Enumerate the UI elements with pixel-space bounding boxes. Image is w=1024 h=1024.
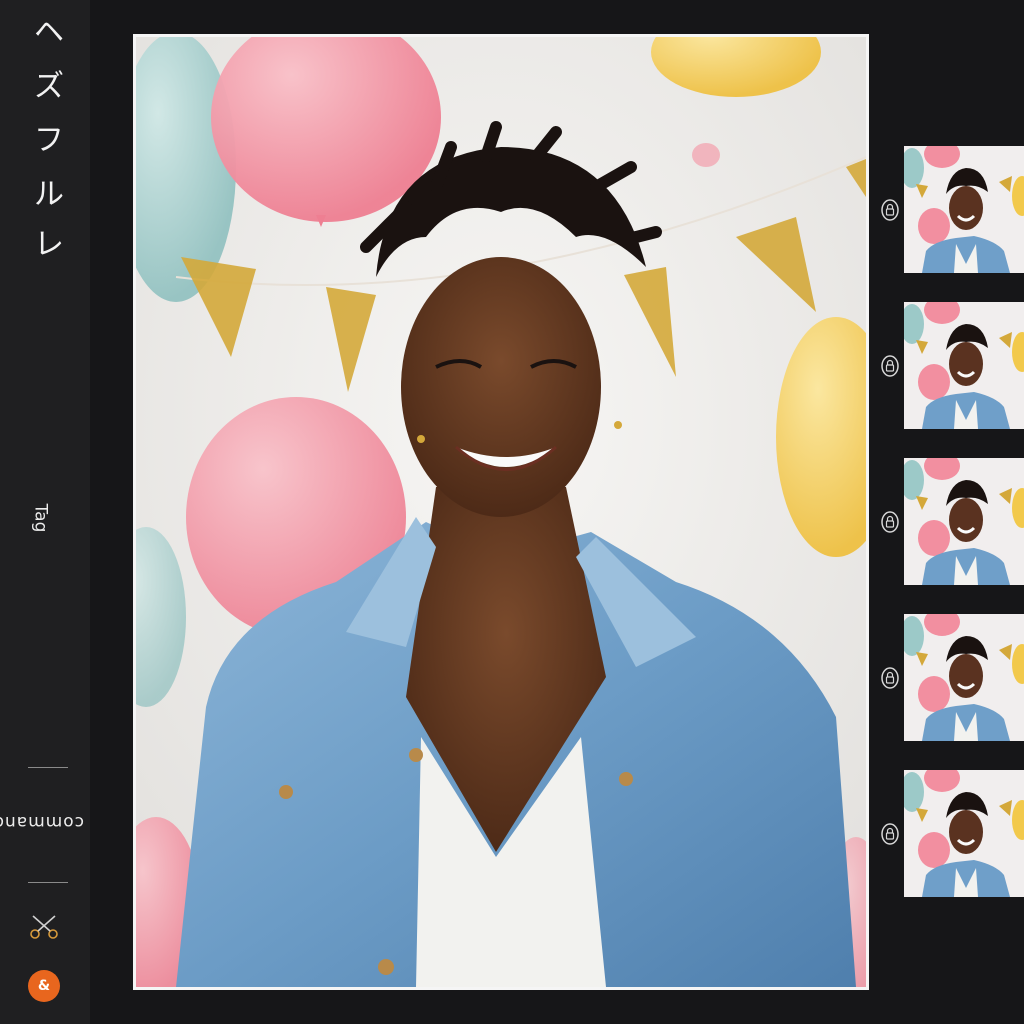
thumbnail[interactable] xyxy=(904,302,1024,429)
thumbnail-image xyxy=(904,770,1024,897)
thumbnail[interactable] xyxy=(904,770,1024,897)
thumbnail-image xyxy=(904,146,1024,273)
filmstrip-item-1[interactable] xyxy=(880,146,1024,274)
divider xyxy=(28,882,68,883)
main-photo[interactable] xyxy=(133,34,869,990)
logo-icon[interactable]: & xyxy=(28,970,60,1002)
lock-icon[interactable] xyxy=(880,354,900,378)
tag-button[interactable]: Tag xyxy=(30,504,50,533)
filmstrip-item-4[interactable] xyxy=(880,614,1024,742)
lock-icon[interactable] xyxy=(880,510,900,534)
command-button[interactable]: command xyxy=(0,812,84,832)
filmstrip-item-2[interactable] xyxy=(880,302,1024,430)
portrait-image xyxy=(136,37,866,987)
sidebar-glyph-3[interactable]: フ xyxy=(0,126,100,156)
sidebar-glyph-1[interactable]: ヘ xyxy=(0,18,100,48)
sidebar-glyph-4[interactable]: ル xyxy=(0,180,100,210)
sidebar-glyph-5[interactable]: レ xyxy=(0,230,100,260)
thumbnail-image xyxy=(904,302,1024,429)
thumbnail-image xyxy=(904,614,1024,741)
lock-icon[interactable] xyxy=(880,666,900,690)
thumbnail-image xyxy=(904,458,1024,585)
scissors-icon[interactable] xyxy=(27,910,61,944)
sidebar: ヘ ズ フ ル レ Tag command & xyxy=(0,0,90,1024)
lock-icon[interactable] xyxy=(880,198,900,222)
thumbnail[interactable] xyxy=(904,614,1024,741)
thumbnail[interactable] xyxy=(904,458,1024,585)
thumbnail[interactable] xyxy=(904,146,1024,273)
sidebar-glyph-2[interactable]: ズ xyxy=(0,72,100,102)
filmstrip-item-5[interactable] xyxy=(880,770,1024,898)
divider xyxy=(28,767,68,768)
lock-icon[interactable] xyxy=(880,822,900,846)
filmstrip-item-3[interactable] xyxy=(880,458,1024,586)
